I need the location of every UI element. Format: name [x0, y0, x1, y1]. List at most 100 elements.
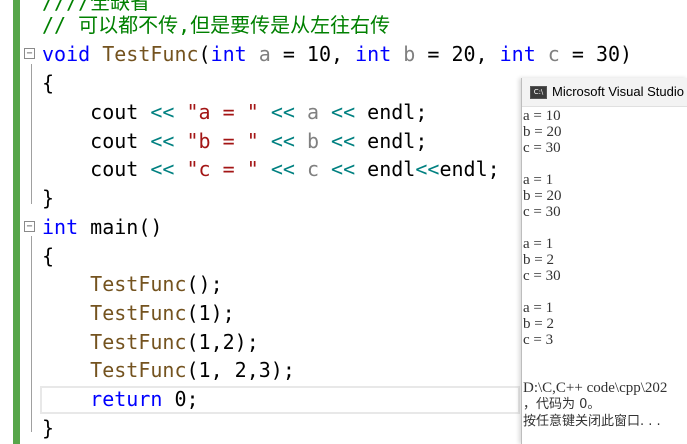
code-token: endl; [355, 129, 428, 153]
code-line[interactable]: TestFunc(); [42, 270, 223, 298]
code-token: c [547, 42, 560, 66]
code-line[interactable]: // 可以都不传,但是要传是从左往右传 [42, 11, 390, 39]
code-line[interactable]: void TestFunc(int a = 10, int b = 20, in… [42, 40, 632, 68]
code-token: int [42, 215, 79, 239]
code-line[interactable]: cout << "c = " << c << endl<<endl; [42, 155, 500, 183]
code-token: << [331, 100, 356, 124]
console-line: ，代码为 0。 [523, 397, 601, 412]
console-line: c = 3 [523, 332, 554, 348]
code-token: // 可以都不传,但是要传是从左往右传 [42, 13, 391, 37]
code-token: TestFunc [90, 358, 187, 382]
code-token: "c = " [186, 157, 259, 181]
code-token: "a = " [186, 100, 259, 124]
code-token: int [355, 42, 392, 66]
code-token: cout [42, 129, 151, 153]
console-line: D:\C,C++ code\cpp\202 [523, 380, 668, 396]
code-line[interactable]: TestFunc(1, 2,3); [42, 356, 295, 384]
code-token: main() [78, 215, 163, 239]
console-line: a = 1 [523, 172, 554, 188]
collapse-testfunc-button[interactable]: − [24, 48, 35, 59]
console-window[interactable]: C:\ Microsoft Visual Studio a = 10 b = 20… [521, 78, 687, 444]
code-token: c [306, 157, 319, 181]
code-token: = 20, [415, 42, 500, 66]
code-line[interactable]: } [42, 414, 54, 442]
code-token: b [403, 42, 416, 66]
code-token: } [42, 186, 55, 210]
console-line: a = 10 [523, 108, 561, 124]
code-line[interactable]: TestFunc(1,2); [42, 328, 259, 356]
console-line: b = 2 [523, 252, 554, 268]
fold-guide-main [31, 236, 32, 432]
code-token: int [499, 42, 536, 66]
code-token: return [90, 387, 163, 411]
collapse-main-button[interactable]: − [24, 221, 35, 232]
code-line[interactable]: cout << "a = " << a << endl; [42, 98, 427, 126]
console-line: b = 20 [523, 124, 562, 140]
console-line: c = 30 [523, 204, 561, 220]
console-line: c = 30 [523, 140, 561, 156]
code-token: b [306, 129, 319, 153]
console-line: 按任意键关闭此窗口. . . [523, 414, 661, 429]
code-token: << [150, 100, 175, 124]
code-token: (); [186, 272, 223, 296]
code-token: << [270, 100, 295, 124]
code-token: << [331, 157, 356, 181]
code-token: = 30) [559, 42, 633, 66]
code-token: (1,2); [186, 330, 259, 354]
code-token: a [306, 100, 319, 124]
code-token: TestFunc [102, 42, 199, 66]
code-token: endl; [355, 100, 428, 124]
code-token: << [270, 157, 295, 181]
code-line[interactable]: cout << "b = " << b << endl; [42, 127, 427, 155]
code-token: ( [198, 42, 211, 66]
code-line[interactable]: return 0; [42, 385, 199, 413]
console-line: a = 1 [523, 300, 554, 316]
code-token: 0; [162, 387, 199, 411]
console-line: b = 20 [523, 188, 562, 204]
code-token: TestFunc [90, 272, 187, 296]
code-line[interactable]: int main() [42, 213, 162, 241]
code-token: endl; [439, 157, 500, 181]
console-title: Microsoft Visual Studio [552, 84, 684, 99]
code-token: cout [42, 100, 151, 124]
code-token: a [258, 42, 271, 66]
code-token: endl [355, 157, 416, 181]
code-token: int [210, 42, 247, 66]
code-token: << [415, 157, 440, 181]
code-line[interactable]: { [42, 69, 54, 97]
code-token: << [331, 129, 356, 153]
code-token: (1, 2,3); [186, 358, 295, 382]
code-line[interactable]: TestFunc(1); [42, 299, 235, 327]
console-title-bar[interactable]: C:\ Microsoft Visual Studio [522, 78, 687, 107]
code-line[interactable]: } [42, 184, 54, 212]
console-line: c = 30 [523, 268, 561, 284]
code-line[interactable]: { [42, 242, 54, 270]
fold-guide-testfunc [31, 64, 32, 204]
code-token: << [150, 157, 175, 181]
code-token: TestFunc [90, 301, 187, 325]
code-token: cout [42, 157, 151, 181]
code-token: "b = " [186, 129, 259, 153]
console-line: a = 1 [523, 236, 554, 252]
code-token: { [42, 244, 55, 268]
code-token: = 10, [270, 42, 356, 66]
